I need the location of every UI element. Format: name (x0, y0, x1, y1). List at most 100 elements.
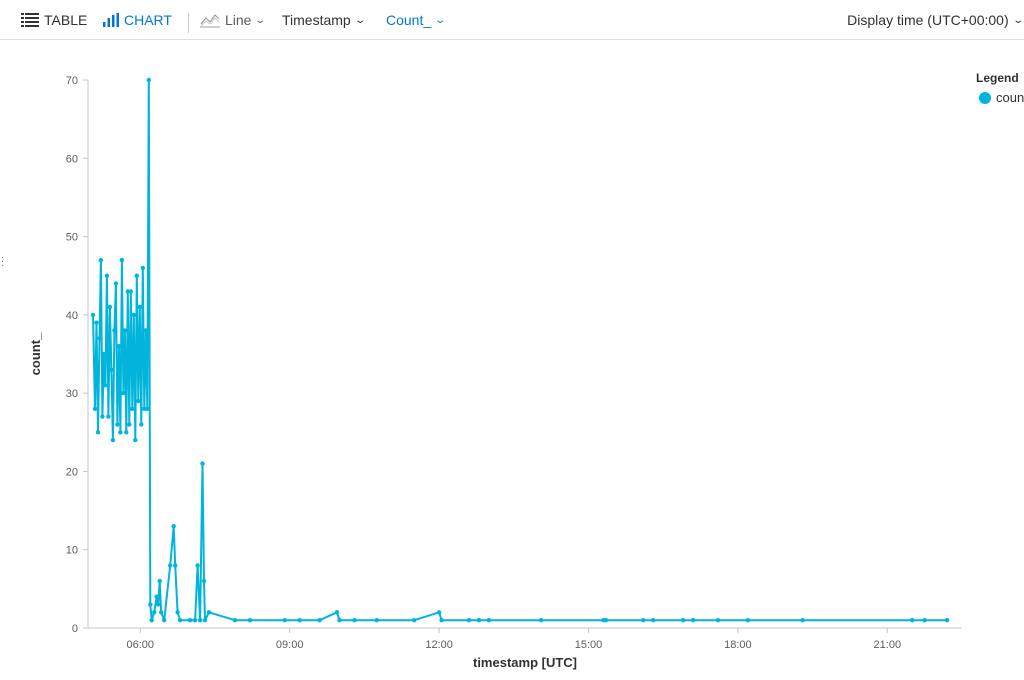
data-point[interactable] (476, 618, 482, 623)
data-point[interactable] (112, 328, 117, 333)
data-point[interactable] (131, 312, 136, 318)
data-point[interactable] (466, 618, 472, 623)
data-point[interactable] (115, 422, 120, 427)
data-point[interactable] (200, 461, 205, 466)
data-point[interactable] (139, 422, 144, 427)
data-point[interactable] (202, 618, 208, 623)
data-point[interactable] (116, 344, 122, 349)
data-point[interactable] (374, 618, 379, 623)
data-point[interactable] (124, 430, 129, 435)
data-point[interactable] (130, 406, 135, 411)
data-point[interactable] (121, 390, 126, 396)
data-point[interactable] (337, 618, 342, 623)
data-point[interactable] (157, 578, 162, 584)
data-point[interactable] (195, 563, 200, 568)
data-point[interactable] (944, 618, 950, 623)
data-point[interactable] (192, 618, 198, 623)
data-point[interactable] (119, 257, 125, 263)
data-point[interactable] (651, 618, 656, 623)
data-point[interactable] (201, 578, 207, 584)
y-tick-label: 70 (66, 75, 78, 87)
data-point[interactable] (641, 618, 646, 623)
chart-type-dropdown[interactable]: Line ⌄ (200, 0, 267, 40)
toolbar-divider (188, 13, 189, 33)
table-view-button[interactable]: TABLE (21, 0, 87, 40)
data-point[interactable] (110, 437, 116, 443)
data-point[interactable] (140, 265, 145, 271)
data-point[interactable] (910, 618, 915, 623)
data-point[interactable] (187, 618, 193, 623)
data-point[interactable] (282, 618, 287, 623)
data-point[interactable] (171, 524, 176, 529)
data-point[interactable] (745, 618, 751, 623)
chart-view-button[interactable]: CHART (103, 0, 172, 40)
line-chart: 0 10 20 30 40 50 60 70 06:00 09:00 12:00 15:00 18:00… (28, 75, 962, 670)
data-point[interactable] (412, 618, 417, 623)
data-point[interactable] (603, 618, 609, 623)
data-point[interactable] (297, 618, 302, 623)
data-point[interactable] (922, 618, 927, 623)
data-point[interactable] (92, 406, 98, 411)
y-tick-label: 50 (66, 232, 78, 244)
data-point[interactable] (104, 273, 110, 278)
data-point[interactable] (145, 406, 150, 411)
data-point[interactable] (439, 618, 444, 623)
data-point[interactable] (177, 618, 183, 623)
x-tick-label: 15:00 (575, 639, 603, 651)
data-point[interactable] (148, 602, 153, 607)
data-point[interactable] (101, 351, 107, 357)
data-point[interactable] (137, 304, 142, 310)
data-point[interactable] (97, 336, 102, 341)
data-point[interactable] (317, 618, 322, 623)
data-point[interactable] (136, 398, 141, 404)
data-point[interactable] (800, 618, 805, 623)
data-point[interactable] (206, 610, 212, 615)
data-point[interactable] (94, 320, 99, 325)
data-point[interactable] (152, 610, 157, 615)
data-point[interactable] (95, 430, 101, 435)
data-point[interactable] (107, 304, 113, 310)
data-point[interactable] (486, 618, 492, 623)
chart-legend: Legend count_ (976, 71, 1024, 105)
data-point[interactable] (247, 618, 253, 623)
data-point[interactable] (106, 414, 111, 419)
data-point[interactable] (98, 257, 104, 263)
data-point[interactable] (109, 367, 114, 372)
data-point[interactable] (715, 618, 721, 623)
data-point[interactable] (143, 328, 148, 333)
data-point[interactable] (352, 618, 357, 623)
data-point[interactable] (127, 422, 132, 427)
data-point[interactable] (128, 289, 133, 294)
y-column-dropdown[interactable]: Count_ ⌄ (386, 0, 446, 40)
data-point[interactable] (156, 602, 161, 607)
data-point[interactable] (690, 618, 696, 623)
data-point[interactable] (133, 437, 138, 443)
data-point[interactable] (232, 618, 238, 623)
data-point[interactable] (168, 563, 173, 568)
data-point[interactable] (436, 610, 442, 615)
data-point[interactable] (103, 383, 108, 388)
data-point[interactable] (159, 610, 164, 615)
data-point[interactable] (539, 618, 544, 623)
data-point[interactable] (113, 281, 119, 286)
data-point[interactable] (334, 610, 340, 615)
data-point[interactable] (154, 594, 159, 599)
chart-series[interactable] (90, 77, 950, 623)
data-point[interactable] (149, 618, 154, 623)
display-time-dropdown[interactable]: Display time (UTC+00:00) ⌄ (847, 0, 1024, 40)
data-point[interactable] (118, 430, 123, 435)
chevron-down-icon: ⌄ (254, 14, 267, 26)
data-point[interactable] (90, 312, 96, 318)
data-point[interactable] (680, 618, 686, 623)
data-point[interactable] (162, 618, 167, 623)
data-point[interactable] (146, 77, 151, 83)
data-point[interactable] (197, 618, 203, 623)
x-column-dropdown[interactable]: Timestamp ⌄ (282, 0, 366, 40)
data-point[interactable] (173, 563, 178, 568)
data-point[interactable] (175, 610, 180, 615)
data-point[interactable] (122, 328, 128, 333)
series-line-count_[interactable] (92, 79, 948, 622)
legend-item[interactable]: count_ (976, 90, 1024, 105)
data-point[interactable] (100, 414, 105, 419)
data-point[interactable] (134, 273, 139, 278)
